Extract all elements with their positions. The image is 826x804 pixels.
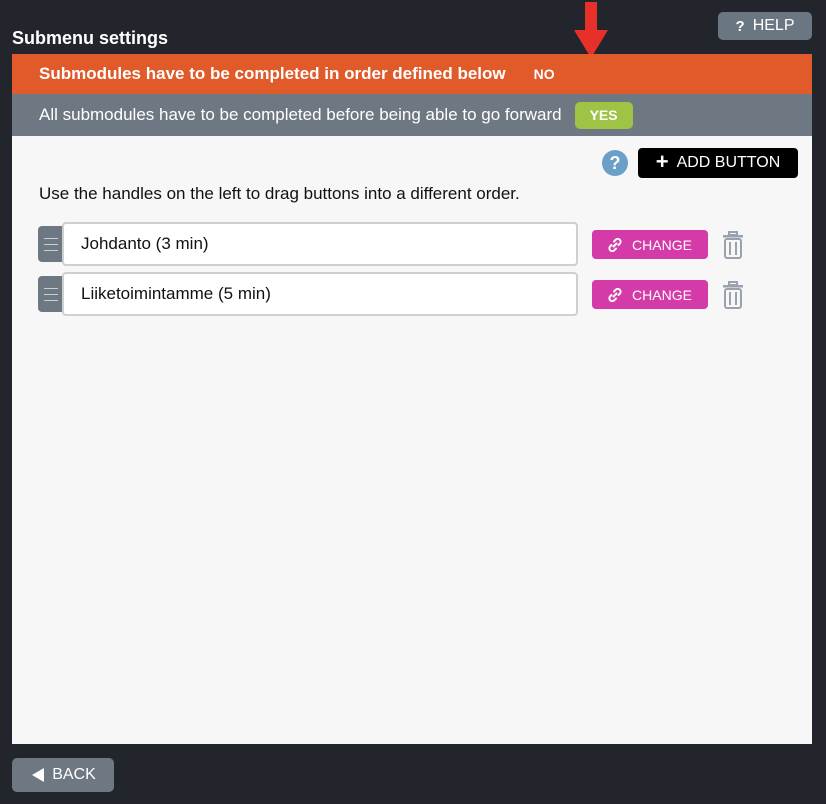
instructions-text: Use the handles on the left to drag butt…	[39, 184, 520, 203]
list-item: Johdanto (3 min) CHANGE	[38, 222, 758, 266]
complete-setting-toggle[interactable]: YES	[574, 101, 633, 129]
help-label: HELP	[752, 17, 795, 34]
item-label-field[interactable]: Liiketoimintamme (5 min)	[62, 272, 578, 316]
plus-icon: +	[655, 149, 669, 174]
help-icon: ?	[735, 17, 745, 35]
info-icon[interactable]: ?	[602, 150, 628, 176]
link-icon	[608, 287, 622, 302]
settings-panel: Submodules have to be completed in order…	[12, 54, 812, 744]
change-button[interactable]: CHANGE	[592, 230, 708, 259]
help-button[interactable]: ? HELP	[718, 12, 812, 40]
back-arrow-icon	[32, 768, 45, 782]
page-title: Submenu settings	[12, 28, 169, 48]
back-button[interactable]: BACK	[12, 758, 114, 792]
trash-icon[interactable]	[722, 281, 744, 309]
drag-handle-icon[interactable]	[38, 276, 64, 312]
order-setting-toggle[interactable]: NO	[534, 66, 555, 82]
order-setting-label: Submodules have to be completed in order…	[39, 64, 506, 83]
change-button[interactable]: CHANGE	[592, 280, 708, 309]
item-label-field[interactable]: Johdanto (3 min)	[62, 222, 578, 266]
trash-icon[interactable]	[722, 231, 744, 259]
add-button-label: ADD BUTTON	[676, 154, 781, 171]
complete-setting-row: All submodules have to be completed befo…	[12, 94, 812, 136]
link-icon	[608, 237, 622, 252]
change-button-label: CHANGE	[632, 286, 692, 303]
list-item: Liiketoimintamme (5 min) CHANGE	[38, 272, 758, 316]
order-setting-row: Submodules have to be completed in order…	[12, 54, 812, 94]
add-button[interactable]: + ADD BUTTON	[638, 148, 798, 178]
drag-handle-icon[interactable]	[38, 226, 64, 262]
back-button-label: BACK	[52, 766, 96, 783]
complete-setting-label: All submodules have to be completed befo…	[39, 105, 562, 124]
red-arrow-icon	[574, 2, 608, 58]
change-button-label: CHANGE	[632, 236, 692, 253]
